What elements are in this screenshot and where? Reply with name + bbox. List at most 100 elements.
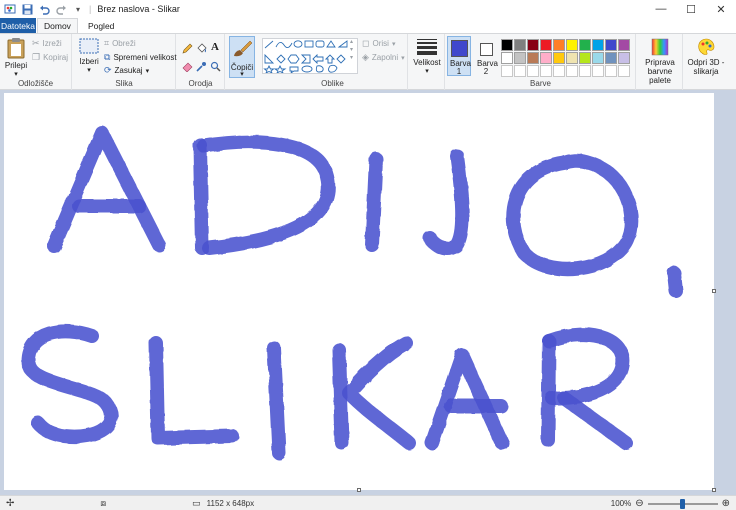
brush-icon [234,40,253,57]
color-palette [500,38,630,77]
brushes-dropdown-icon: ▾ [240,71,244,78]
undo-icon[interactable] [38,3,50,15]
size-label: Velikost [413,58,441,67]
resize-icon: ⧉ [104,52,111,62]
eraser-icon[interactable] [181,60,193,72]
crop-button[interactable]: ⌗ Obreži [104,38,136,49]
clipboard-group-label: Odložišče [17,79,54,88]
shapes-gallery[interactable] [262,38,358,75]
tools-group-label: Orodja [188,79,213,88]
palette-swatch[interactable] [617,64,630,77]
zoom-slider-thumb[interactable] [680,498,686,509]
palette-swatch[interactable] [500,51,513,64]
palette-swatch[interactable] [565,51,578,64]
paste-button[interactable]: Prilepi ▾ [4,37,28,79]
cut-button[interactable]: ✂ Izreži [32,38,62,49]
shapes-gallery-icons [263,40,348,75]
zoom-level: 100% [610,499,632,508]
resize-handle-bottom[interactable] [357,488,361,492]
text-tool-icon[interactable]: A [209,41,221,53]
palette-swatch[interactable] [565,38,578,51]
size-button[interactable]: Velikost ▾ [412,38,442,76]
rotate-button[interactable]: ⟳ Zasukaj ▾ [104,65,149,76]
paint3d-icon [698,38,715,55]
workspace [0,90,736,495]
edit-colors-button[interactable]: Priprava barvne palete [637,38,683,85]
palette-swatch[interactable] [617,51,630,64]
palette-swatch[interactable] [526,51,539,64]
maximize-button[interactable]: ☐ [676,0,706,18]
palette-swatch[interactable] [539,64,552,77]
palette-swatch[interactable] [604,38,617,51]
title-bar: ▾ | Brez naslova - Slikar — ☐ ✕ [0,0,736,18]
palette-swatch[interactable] [578,51,591,64]
selection-size-icon: ⧈ [100,497,107,508]
fill-bucket-icon[interactable] [195,42,207,54]
palette-swatch[interactable] [604,64,617,77]
zoom-slider[interactable] [647,498,718,509]
tab-file[interactable]: Datoteka [0,18,36,33]
resize-handle-corner[interactable] [712,488,716,492]
palette-swatch[interactable] [617,38,630,51]
window-controls: — ☐ ✕ [646,0,736,18]
palette-swatch[interactable] [578,64,591,77]
drawing-canvas[interactable] [4,93,716,492]
palette-swatch[interactable] [526,64,539,77]
select-button[interactable]: Izberi ▾ [77,38,101,75]
palette-swatch[interactable] [552,38,565,51]
resize-handle-right[interactable] [712,289,716,293]
palette-swatch[interactable] [552,51,565,64]
open-paint3d-label: Odpri 3D -slikarja [687,58,725,76]
palette-swatch[interactable] [513,64,526,77]
palette-swatch[interactable] [591,64,604,77]
palette-swatch[interactable] [604,51,617,64]
open-paint3d-button[interactable]: Odpri 3D -slikarja [686,38,726,76]
colors-group-label: Barve [530,79,551,88]
redo-icon[interactable] [55,3,67,15]
palette-swatch[interactable] [500,38,513,51]
fill-button[interactable]: ◈ Zapolni ▾ [362,52,405,63]
palette-swatch[interactable] [552,64,565,77]
pencil-icon[interactable] [181,42,193,54]
color-picker-icon[interactable] [195,60,207,72]
palette-swatch[interactable] [591,38,604,51]
palette-swatch[interactable] [591,51,604,64]
palette-swatch[interactable] [539,51,552,64]
fill-dropdown-icon: ▾ [401,54,405,62]
close-button[interactable]: ✕ [706,0,736,18]
clipboard-group: Prilepi ▾ ✂ Izreži ❐ Kopiraj Odložišče [0,34,72,90]
zoom-out-icon[interactable]: ⊖ [635,498,643,509]
zoom-in-icon[interactable]: ⊕ [722,498,730,509]
palette-swatch[interactable] [500,64,513,77]
select-rectangle-icon [79,38,99,54]
window-title: Brez naslova - Slikar [97,4,180,14]
ribbon-tabs: Datoteka Domov Pogled [0,18,736,33]
palette-swatch[interactable] [513,38,526,51]
palette-swatch[interactable] [526,38,539,51]
copy-button[interactable]: ❐ Kopiraj [32,52,68,63]
outline-button[interactable]: ◻ Orisi ▾ [362,38,395,49]
tab-view[interactable]: Pogled [82,18,120,33]
magnifier-icon[interactable] [209,60,221,72]
outline-dropdown-icon: ▾ [391,40,396,48]
canvas-drawing [21,126,683,460]
palette-swatch[interactable] [513,51,526,64]
customize-toolbar-icon[interactable]: ▾ [72,3,84,15]
shape-scroll-icon[interactable]: ▴ ▾ ▾ [350,38,353,62]
save-icon[interactable] [21,3,33,15]
resize-button[interactable]: ⧉ Spremeni velikost [104,52,177,63]
clipboard-icon [7,38,25,59]
palette-swatch[interactable] [565,64,578,77]
rotate-label: Zasukaj [114,66,143,75]
tab-home[interactable]: Domov [37,18,78,33]
fill-icon: ◈ [362,52,369,62]
brushes-button[interactable]: Čopiči ▾ [229,36,255,78]
cursor-position-icon: ✢ [6,497,15,509]
palette-swatch[interactable] [539,38,552,51]
color-wheel-icon [651,38,669,56]
cut-label: Izreži [42,39,62,48]
palette-swatch[interactable] [578,38,591,51]
crop-icon: ⌗ [104,38,110,48]
paint-app-icon[interactable] [4,3,16,15]
minimize-button[interactable]: — [646,0,676,18]
